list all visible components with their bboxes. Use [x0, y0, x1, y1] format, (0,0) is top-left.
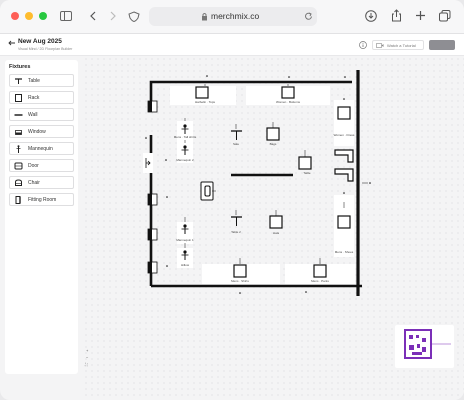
table-1[interactable] [231, 130, 242, 140]
table-1-label: Sale [233, 142, 239, 146]
table-center[interactable] [298, 156, 312, 170]
rack-bottom-right-label: Mens · Pants [311, 279, 329, 283]
rack-right-top[interactable] [337, 106, 351, 120]
browser-window: merchmix.co New Aug 2025 Visual Mind / 2… [0, 0, 464, 400]
rack-center-top-label: Bags [270, 142, 277, 146]
fitting-room-1[interactable] [334, 149, 354, 163]
mannequin-4-label: Hillow [181, 263, 190, 267]
minimap[interactable] [395, 325, 454, 368]
rack-center-bottom-label: Hats [273, 231, 280, 235]
rack-center-bottom[interactable] [269, 215, 283, 229]
rack-top-right[interactable] [281, 86, 295, 99]
fitting-room-2[interactable] [334, 168, 354, 182]
rack-bottom-left-label: Mens · Shirts [231, 279, 249, 283]
table-center-label: Table [303, 171, 311, 175]
rack-top-right-label: Women · Bottoms [276, 100, 300, 104]
mannequin-3-label: Mannequin 1 [176, 238, 194, 242]
rack-bottom-right[interactable] [313, 264, 327, 278]
mannequin-2-label: Mannequin 2 [176, 158, 194, 162]
zoom-out-button[interactable]: − [86, 355, 88, 360]
rack-center-top[interactable] [266, 127, 280, 141]
rack-right-top-label: Women · Dress [334, 133, 355, 137]
door-center[interactable] [200, 181, 214, 201]
fit-view-button[interactable]: ⛶ [85, 362, 88, 367]
rack-top-left-label: Harbelin · Tops [195, 100, 216, 104]
table-2-label: Table 2 [231, 230, 241, 234]
rack-bottom-left[interactable] [233, 264, 247, 278]
rack-right-bottom-label: Mens · Shoes [335, 250, 354, 254]
minimap-preview [404, 329, 451, 359]
table-2[interactable] [231, 216, 242, 226]
rack-top-left[interactable] [195, 86, 209, 99]
rack-right-bottom[interactable] [337, 215, 351, 229]
zoom-in-button[interactable]: + [86, 348, 88, 353]
mannequin-1-label: Mens · Tall shirts [174, 135, 197, 139]
